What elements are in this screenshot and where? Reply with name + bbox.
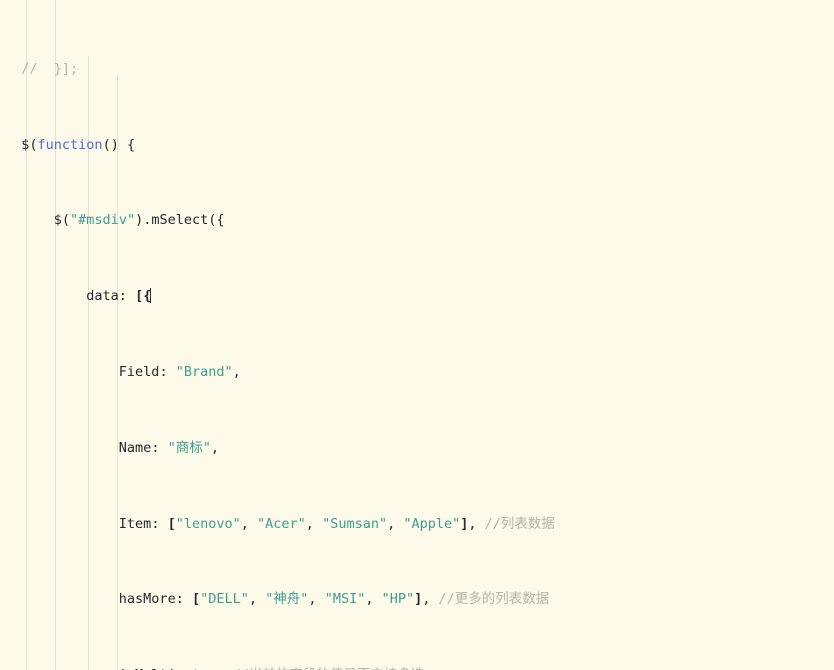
code-line[interactable]: Item: ["lenovo", "Acer", "Sumsan", "Appl…	[0, 515, 834, 534]
code-editor[interactable]: // }]; $(function() { $("#msdiv").mSelec…	[0, 0, 834, 670]
code-line[interactable]: Field: "Brand",	[0, 363, 834, 382]
code-line[interactable]: Name: "商标",	[0, 439, 834, 458]
code-line[interactable]: data: [{	[0, 287, 834, 306]
code-line[interactable]: isMulti: true //当前的字段的值是否支持多选	[0, 666, 834, 670]
code-line[interactable]: $(function() {	[0, 136, 834, 155]
text-cursor	[150, 288, 152, 304]
code-line[interactable]: hasMore: ["DELL", "神舟", "MSI", "HP"], //…	[0, 590, 834, 609]
code-content[interactable]: // }]; $(function() { $("#msdiv").mSelec…	[0, 0, 834, 670]
code-line[interactable]: $("#msdiv").mSelect({	[0, 211, 834, 230]
code-line[interactable]: // }];	[0, 60, 834, 79]
